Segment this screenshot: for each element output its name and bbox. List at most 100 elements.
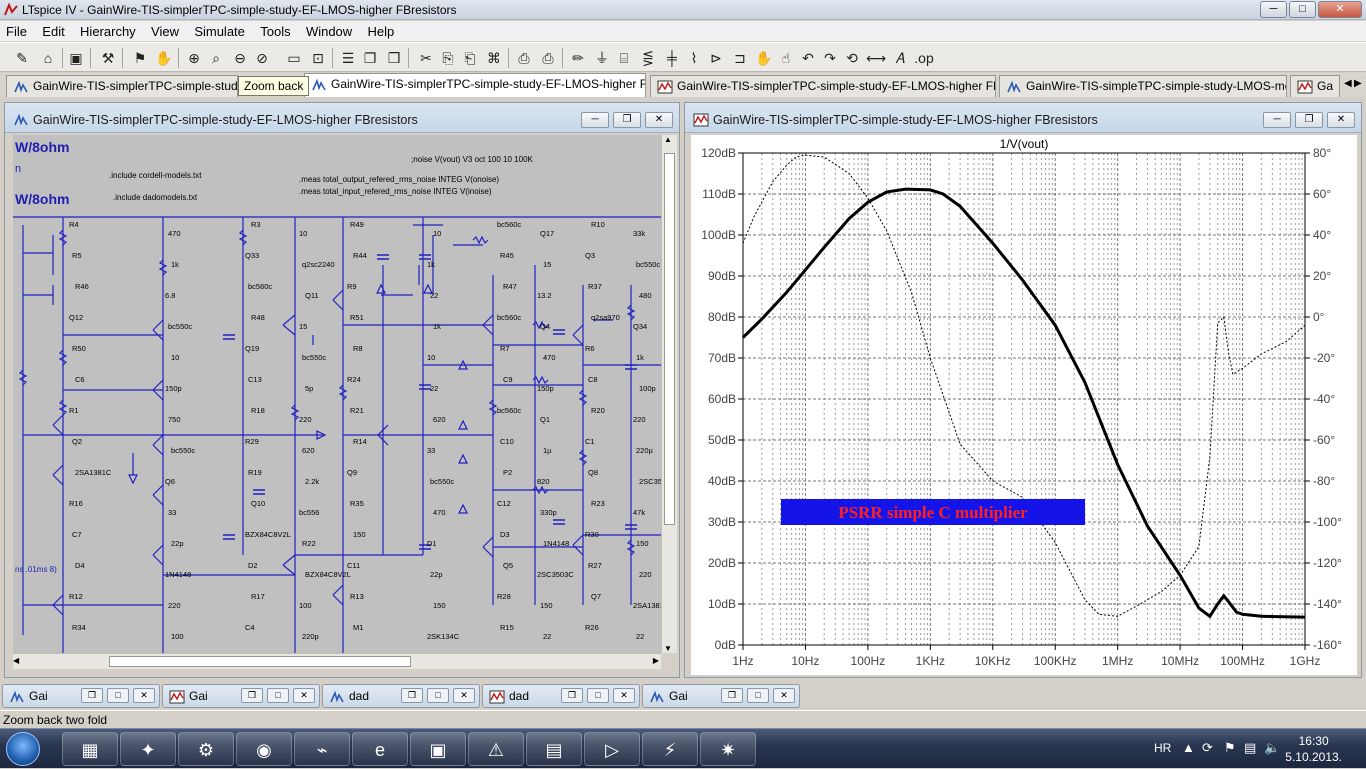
- menu-view[interactable]: View: [145, 21, 185, 39]
- minimized-window-3[interactable]: dad ❐ □ ✕: [322, 684, 480, 708]
- menu-tools[interactable]: Tools: [254, 21, 296, 39]
- tab-scroll-left-icon[interactable]: ◀: [1344, 78, 1352, 89]
- component-icon[interactable]: ⊐: [730, 48, 750, 68]
- maximize-icon[interactable]: □: [267, 688, 289, 703]
- copy-icon[interactable]: ⎘: [438, 48, 458, 68]
- taskbar-pdf-reader-icon[interactable]: ◉: [236, 732, 292, 766]
- show-hidden-icons-icon[interactable]: ▲: [1182, 740, 1195, 755]
- tab-scroll-right-icon[interactable]: ▶: [1354, 78, 1362, 89]
- tile-horizontal-icon[interactable]: ☰: [338, 48, 358, 68]
- restore-icon[interactable]: ❐: [401, 688, 423, 703]
- new-schematic-icon[interactable]: ✎: [12, 48, 32, 68]
- schematic-close-button[interactable]: ✕: [645, 112, 673, 128]
- plot-close-button[interactable]: ✕: [1327, 112, 1355, 128]
- menu-edit[interactable]: Edit: [36, 21, 70, 39]
- control-panel-icon[interactable]: ⚒: [98, 48, 118, 68]
- autorange-icon[interactable]: ▭: [284, 48, 304, 68]
- inductor-icon[interactable]: ⌇: [684, 48, 704, 68]
- ground-icon[interactable]: ⏚: [592, 48, 612, 68]
- spice-directive-icon[interactable]: .op: [914, 48, 934, 68]
- restore-icon[interactable]: ❐: [561, 688, 583, 703]
- schematic-canvas[interactable]: R4 470 R3 10 R49 10 bc560c Q17 R10 33k R5 1k Q33 q2sc…: [13, 135, 661, 653]
- schematic-vscroll-thumb[interactable]: [664, 153, 675, 525]
- redo-icon[interactable]: ↷: [820, 48, 840, 68]
- undo-icon[interactable]: ↶: [798, 48, 818, 68]
- halt-icon[interactable]: ✋: [154, 48, 174, 68]
- taskbar-app-icon[interactable]: ✦: [120, 732, 176, 766]
- taskbar-document-icon[interactable]: ▤: [526, 732, 582, 766]
- tab-waveform-2[interactable]: Ga: [1290, 75, 1340, 97]
- taskbar-tool-icon[interactable]: ⚙: [178, 732, 234, 766]
- clock[interactable]: 16:30 5.10.2013.: [1285, 733, 1342, 765]
- close-all-icon[interactable]: ❒: [384, 48, 404, 68]
- taskbar-acrobat-icon[interactable]: ⚠: [468, 732, 524, 766]
- zoom-in-icon[interactable]: ⊕: [184, 48, 204, 68]
- run-icon[interactable]: ⚑: [130, 48, 150, 68]
- tab-schematic-1[interactable]: GainWire-TIS-simplerTPC-simple-study-EF-…: [6, 75, 238, 97]
- zoom-out-icon[interactable]: ⊖: [230, 48, 250, 68]
- menu-hierarchy[interactable]: Hierarchy: [74, 21, 142, 39]
- start-button[interactable]: [6, 732, 40, 766]
- plot-restore-button[interactable]: ❐: [1295, 112, 1323, 128]
- volume-icon[interactable]: 🔈: [1264, 740, 1280, 756]
- maximize-icon[interactable]: □: [107, 688, 129, 703]
- open-icon[interactable]: ⌂: [38, 48, 58, 68]
- scroll-up-icon[interactable]: ▲: [664, 135, 672, 144]
- close-icon[interactable]: ✕: [133, 688, 155, 703]
- schematic-minimize-button[interactable]: ─: [581, 112, 609, 128]
- taskbar-scope-icon[interactable]: ⌁: [294, 732, 350, 766]
- minimized-window-1[interactable]: Gai ❐ □ ✕: [2, 684, 160, 708]
- plot-minimize-button[interactable]: ─: [1263, 112, 1291, 128]
- menu-file[interactable]: File: [0, 21, 33, 39]
- menu-window[interactable]: Window: [300, 21, 358, 39]
- taskbar-paint-icon[interactable]: ✷: [700, 732, 756, 766]
- minimize-button[interactable]: ─: [1260, 1, 1287, 18]
- close-icon[interactable]: ✕: [293, 688, 315, 703]
- maximize-icon[interactable]: □: [587, 688, 609, 703]
- sync-icon[interactable]: ⟳: [1202, 740, 1213, 756]
- diode-icon[interactable]: ⊳: [706, 48, 726, 68]
- zoom-cancel-icon[interactable]: ⊘: [252, 48, 272, 68]
- plot-area[interactable]: 1Hz 10Hz 100Hz 1KHz 10KHz 100KHz 1MHz 10MHz 100M…: [691, 135, 1357, 675]
- minimized-window-4[interactable]: dad ❐ □ ✕: [482, 684, 640, 708]
- scroll-left-icon[interactable]: ◀: [13, 656, 19, 665]
- rotate-icon[interactable]: ⟲: [842, 48, 862, 68]
- minimized-window-5[interactable]: Gai ❐ □ ✕: [642, 684, 800, 708]
- action-center-icon[interactable]: ⚑: [1224, 740, 1236, 756]
- capacitor-icon[interactable]: ╪: [662, 48, 682, 68]
- scroll-right-icon[interactable]: ▶: [653, 656, 659, 665]
- schematic-restore-button[interactable]: ❐: [613, 112, 641, 128]
- close-icon[interactable]: ✕: [613, 688, 635, 703]
- cut-icon[interactable]: ✂: [416, 48, 436, 68]
- find-icon[interactable]: ⌘: [484, 48, 504, 68]
- restore-icon[interactable]: ❐: [241, 688, 263, 703]
- network-icon[interactable]: ▤: [1244, 740, 1256, 756]
- pan-icon[interactable]: ⌕: [206, 48, 226, 68]
- tab-waveform-1[interactable]: GainWire-TIS-simplerTPC-simple-study-EF-…: [650, 75, 996, 97]
- schematic-vertical-scrollbar[interactable]: ▲ ▼: [661, 135, 677, 653]
- minimized-window-2[interactable]: Gai ❐ □ ✕: [162, 684, 320, 708]
- taskbar-folder-icon[interactable]: ▣: [410, 732, 466, 766]
- schematic-hscroll-thumb[interactable]: [109, 656, 411, 667]
- resistor-icon[interactable]: ⋚: [638, 48, 658, 68]
- print-setup-icon[interactable]: ⎙: [514, 48, 534, 68]
- menu-help[interactable]: Help: [362, 21, 401, 39]
- drag-icon[interactable]: ☝: [776, 48, 796, 68]
- save-icon[interactable]: ▣: [66, 48, 86, 68]
- restore-icon[interactable]: ❐: [81, 688, 103, 703]
- close-icon[interactable]: ✕: [773, 688, 795, 703]
- scroll-down-icon[interactable]: ▼: [664, 644, 672, 653]
- maximize-icon[interactable]: □: [427, 688, 449, 703]
- mirror-icon[interactable]: ⟷: [866, 48, 886, 68]
- move-icon[interactable]: ✋: [754, 48, 774, 68]
- paste-icon[interactable]: ⎗: [460, 48, 480, 68]
- taskbar-ie-icon[interactable]: e: [352, 732, 408, 766]
- language-indicator[interactable]: HR: [1154, 741, 1171, 755]
- schematic-horizontal-scrollbar[interactable]: ◀ ▶: [13, 653, 661, 669]
- tab-schematic-2[interactable]: GainWire-TIS-simplerTPC-simple-study-EF-…: [304, 73, 646, 97]
- restore-icon[interactable]: ❐: [721, 688, 743, 703]
- taskbar-explorer-icon[interactable]: ▦: [62, 732, 118, 766]
- tab-schematic-3[interactable]: GainWire-TIS-simpleTPC-simple-study-LMOS…: [999, 75, 1287, 97]
- draw-wire-icon[interactable]: ✏: [568, 48, 588, 68]
- taskbar-ltspice-terminal-icon[interactable]: ▷: [584, 732, 640, 766]
